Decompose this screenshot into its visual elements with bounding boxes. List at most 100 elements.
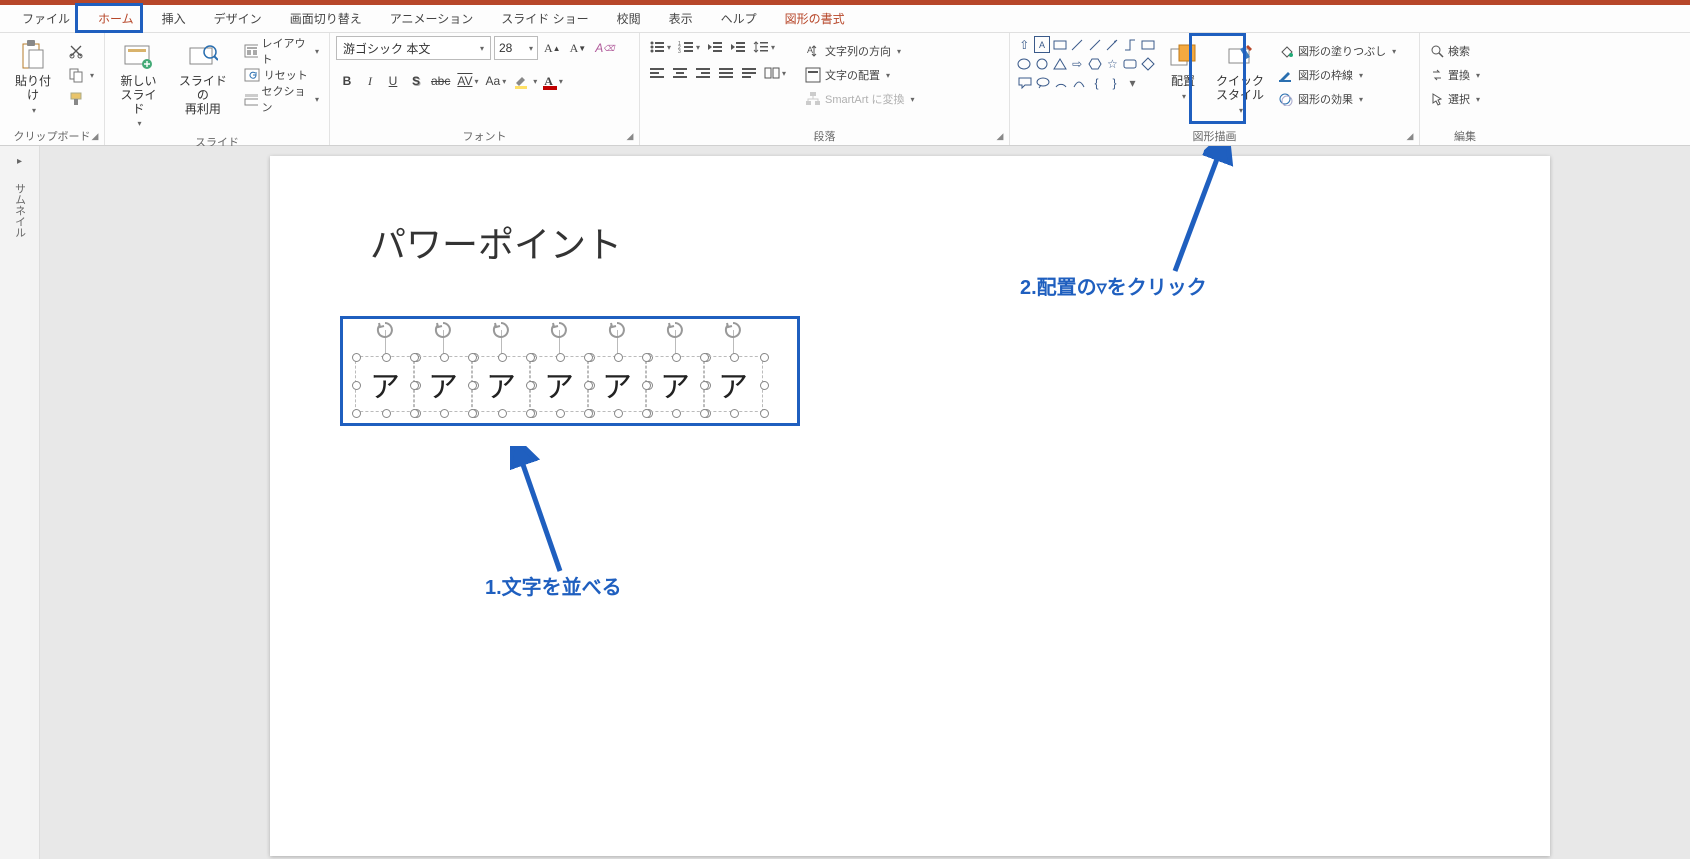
paste-button[interactable]: 貼り付け ▾ [6,36,60,119]
new-slide-button[interactable]: 新しい スライド ▾ [111,36,166,133]
resize-handle[interactable] [526,409,535,418]
rotate-handle[interactable] [434,321,452,339]
decrease-indent-button[interactable] [704,36,726,58]
char-spacing-button[interactable]: AV▾ [454,70,481,92]
rotate-handle[interactable] [376,321,394,339]
line-spacing-button[interactable]: ▾ [750,36,778,58]
clear-format-button[interactable]: A⌫ [592,37,617,59]
shape-arrow-up[interactable]: ⇧ [1016,36,1033,53]
format-painter-button[interactable] [64,88,98,110]
shape-rect2[interactable] [1139,36,1156,53]
shape-diamond[interactable] [1139,55,1156,72]
thumbnail-pane-collapsed[interactable]: ▸ サムネイル [0,146,40,859]
align-left-button[interactable] [646,62,668,84]
resize-handle[interactable] [352,409,361,418]
layout-button[interactable]: レイアウト▾ [240,40,323,62]
find-button[interactable]: 検索 [1426,40,1484,62]
textbox-4[interactable]: ア [529,356,589,412]
resize-handle[interactable] [468,381,477,390]
resize-handle[interactable] [584,409,593,418]
resize-handle[interactable] [498,409,507,418]
quick-styles-button[interactable]: クイック スタイル ▾ [1210,36,1270,119]
increase-font-button[interactable]: A▲ [541,37,564,59]
align-text-button[interactable]: 文字の配置▾ [801,64,918,86]
shadow-button[interactable]: S [405,70,427,92]
rotate-handle[interactable] [550,321,568,339]
replace-button[interactable]: 置換▾ [1426,64,1484,86]
shape-line2[interactable] [1087,36,1104,53]
align-right-button[interactable] [692,62,714,84]
rotate-handle[interactable] [608,321,626,339]
shape-star[interactable]: ☆ [1104,55,1121,72]
rotate-handle[interactable] [724,321,742,339]
shape-lbrace[interactable]: { [1088,74,1105,91]
dialog-launcher-paragraph[interactable]: ◢ [993,129,1007,143]
resize-handle[interactable] [468,353,477,362]
arrange-button[interactable]: 配置 ▾ [1160,36,1206,105]
font-color-button[interactable]: A ▾ [541,70,566,92]
slide-canvas[interactable]: パワーポイント アアアアアアア 1.文字を並べる 2.配置の▿をクリック [40,146,1690,859]
shape-gallery-more[interactable]: ▾ [1124,74,1141,91]
bold-button[interactable]: B [336,70,358,92]
textbox-7[interactable]: ア [703,356,763,412]
resize-handle[interactable] [584,353,593,362]
slide-title-text[interactable]: パワーポイント [370,216,622,268]
tab-file[interactable]: ファイル [8,5,84,32]
distribute-button[interactable] [738,62,760,84]
tab-view[interactable]: 表示 [655,5,707,32]
change-case-button[interactable]: Aa▾ [483,70,510,92]
cut-button[interactable] [64,40,98,62]
shape-outline-button[interactable]: 図形の枠線▾ [1274,64,1400,86]
resize-handle[interactable] [730,353,739,362]
resize-handle[interactable] [672,409,681,418]
resize-handle[interactable] [642,381,651,390]
resize-handle[interactable] [382,353,391,362]
textbox-3[interactable]: ア [471,356,531,412]
resize-handle[interactable] [760,409,769,418]
shape-textbox[interactable]: A [1034,36,1051,53]
dialog-launcher-clipboard[interactable]: ◢ [88,129,102,143]
shape-rbrace[interactable]: } [1106,74,1123,91]
shape-rect[interactable] [1051,36,1068,53]
resize-handle[interactable] [468,409,477,418]
tab-help[interactable]: ヘルプ [707,5,771,32]
copy-button[interactable]: ▾ [64,64,98,86]
shapes-gallery[interactable]: ⇧ A ⇨ ☆ [1016,36,1156,91]
shape-hexagon[interactable] [1087,55,1104,72]
resize-handle[interactable] [556,409,565,418]
shape-roundrect[interactable] [1122,55,1139,72]
tab-home[interactable]: ホーム [84,5,148,32]
tab-animation[interactable]: アニメーション [376,5,488,32]
resize-handle[interactable] [352,381,361,390]
resize-handle[interactable] [700,381,709,390]
resize-handle[interactable] [614,409,623,418]
shape-triangle[interactable] [1051,55,1068,72]
shape-connector[interactable] [1122,36,1139,53]
tab-shape-format[interactable]: 図形の書式 [771,5,859,32]
shape-callout2[interactable] [1034,74,1051,91]
shape-circle[interactable] [1034,55,1051,72]
columns-button[interactable]: ▾ [761,62,789,84]
resize-handle[interactable] [760,353,769,362]
resize-handle[interactable] [440,409,449,418]
dialog-launcher-drawing[interactable]: ◢ [1403,129,1417,143]
textbox-6[interactable]: ア [645,356,705,412]
italic-button[interactable]: I [359,70,381,92]
strike-button[interactable]: abc [428,70,453,92]
resize-handle[interactable] [730,409,739,418]
shape-curve[interactable] [1070,74,1087,91]
tab-slideshow[interactable]: スライド ショー [487,5,602,32]
select-button[interactable]: 選択▾ [1426,88,1484,110]
shape-effects-button[interactable]: 図形の効果▾ [1274,88,1400,110]
decrease-font-button[interactable]: A▼ [567,37,590,59]
shape-line[interactable] [1069,36,1086,53]
justify-button[interactable] [715,62,737,84]
shape-arrow-line[interactable] [1104,36,1121,53]
resize-handle[interactable] [700,353,709,362]
shape-arc[interactable] [1052,74,1069,91]
resize-handle[interactable] [556,353,565,362]
tab-insert[interactable]: 挿入 [148,5,200,32]
resize-handle[interactable] [440,353,449,362]
dialog-launcher-font[interactable]: ◢ [623,129,637,143]
resize-handle[interactable] [614,353,623,362]
